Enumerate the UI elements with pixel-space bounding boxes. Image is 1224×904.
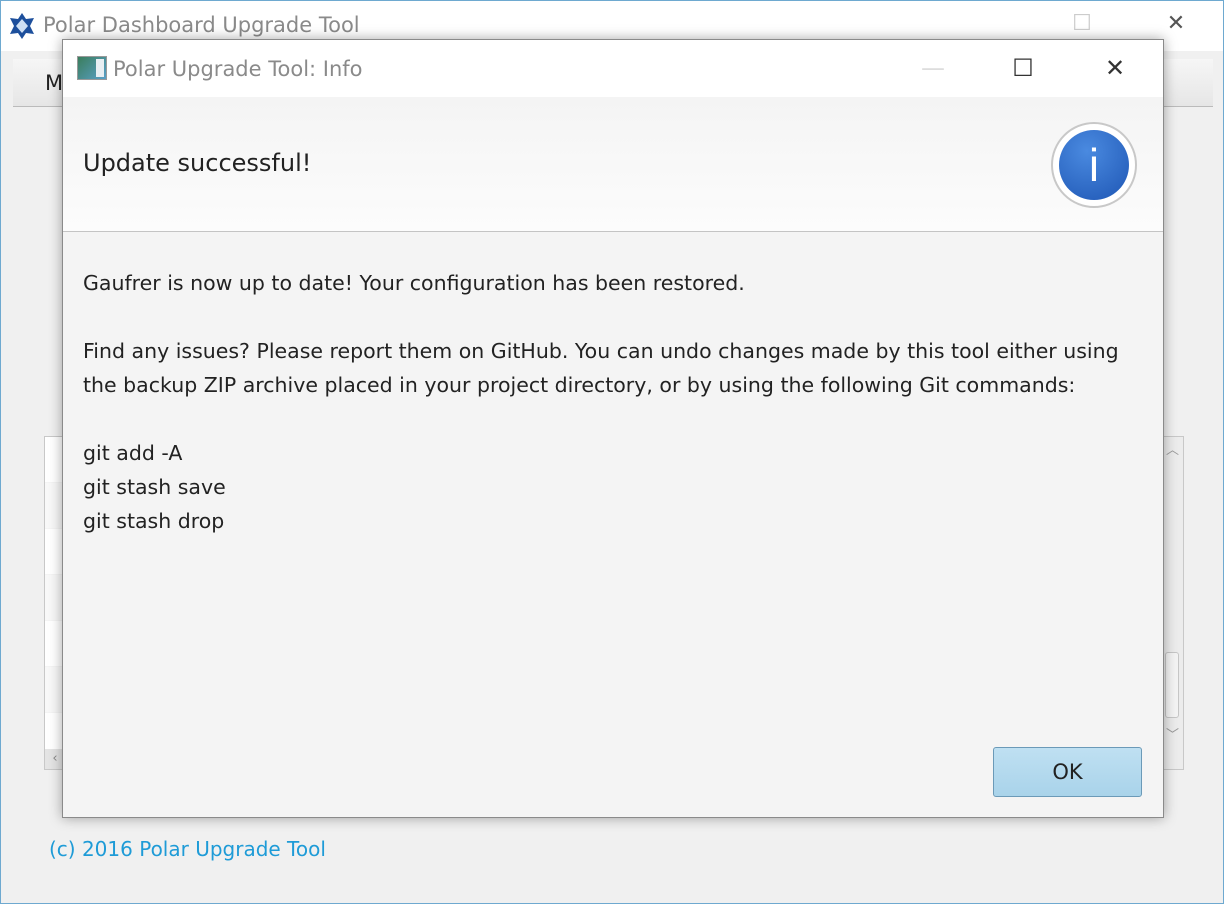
dialog-heading: Update successful! (83, 149, 312, 177)
info-icon: i (1051, 122, 1137, 208)
info-dialog: Polar Upgrade Tool: Info — ☐ ✕ Update su… (62, 39, 1164, 818)
menu-item[interactable]: M (45, 71, 63, 95)
maximize-button[interactable]: ☐ (1003, 50, 1043, 86)
dialog-header: Update successful! i (63, 97, 1163, 232)
app-window-icon (77, 56, 107, 80)
dialog-title: Polar Upgrade Tool: Info (113, 57, 363, 81)
close-button[interactable]: ✕ (1095, 50, 1135, 86)
git-command: git stash save (83, 475, 226, 499)
minimize-button[interactable]: — (913, 50, 953, 86)
message-text: Gaufrer is now up to date! Your configur… (83, 271, 745, 295)
ok-button[interactable]: OK (993, 747, 1142, 797)
dialog-message: Gaufrer is now up to date! Your configur… (83, 266, 1123, 538)
git-command: git add -A (83, 441, 183, 465)
polar-logo-icon (10, 13, 34, 39)
dialog-title-bar: Polar Upgrade Tool: Info — ☐ ✕ (63, 40, 1163, 97)
scrollbar-thumb[interactable] (1165, 652, 1179, 718)
chevron-up-icon[interactable]: ︿ (1166, 439, 1179, 458)
vertical-scrollbar[interactable]: ︿ ﹀ (1161, 437, 1183, 769)
main-window-title: Polar Dashboard Upgrade Tool (43, 13, 360, 37)
chevron-down-icon[interactable]: ﹀ (1166, 724, 1179, 743)
message-text: Find any issues? Please report them on G… (83, 339, 1119, 397)
maximize-button[interactable]: ☐ (1067, 11, 1097, 41)
footer-link[interactable]: (c) 2016 Polar Upgrade Tool (49, 837, 326, 861)
close-button[interactable]: ✕ (1161, 11, 1191, 41)
git-command: git stash drop (83, 509, 225, 533)
